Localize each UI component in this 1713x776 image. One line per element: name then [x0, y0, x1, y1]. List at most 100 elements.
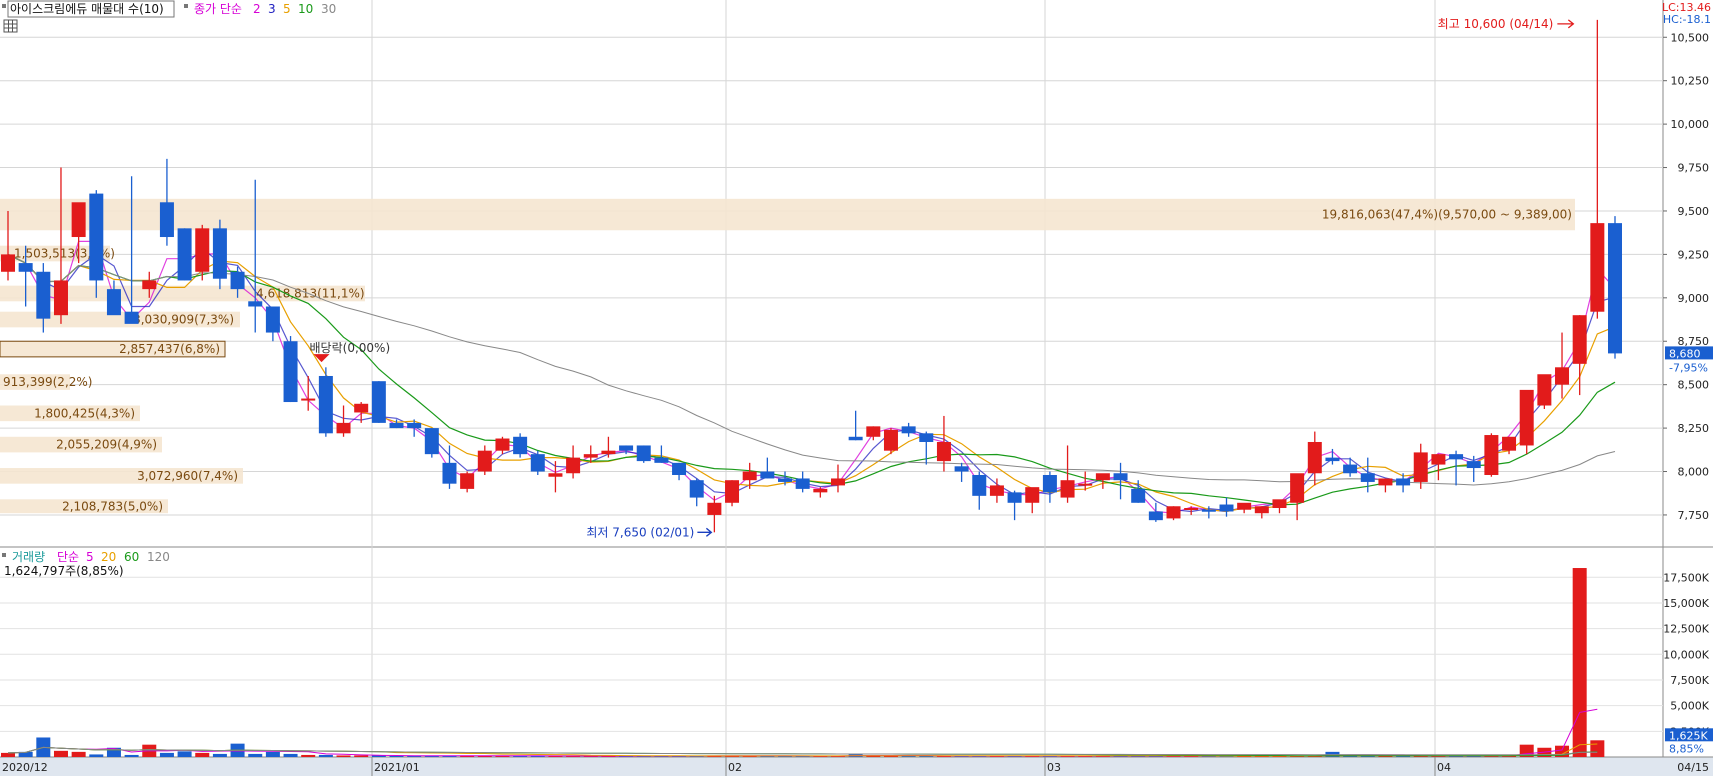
candle-body — [707, 502, 722, 515]
volume-profile-label: 3,030,909(7,3%) — [133, 313, 234, 327]
candle-body — [725, 480, 740, 503]
candle-body — [1025, 487, 1040, 503]
candle-body — [989, 485, 1004, 496]
price-ma-period: 5 — [283, 2, 291, 16]
candle-body — [71, 202, 86, 238]
candle-body — [1449, 454, 1464, 460]
price-ma-period: 2 — [253, 2, 261, 16]
volume-tick-label: 15,000K — [1663, 597, 1709, 610]
x-tick-label: 04/15 — [1677, 761, 1709, 774]
candle-body — [1166, 506, 1181, 519]
price-tick-label: 7,750 — [1678, 509, 1710, 522]
candle-body — [883, 429, 898, 451]
candle-body — [495, 438, 510, 451]
candle-body — [1608, 223, 1622, 354]
price-tick-label: 9,750 — [1678, 162, 1710, 175]
candle-body — [283, 341, 298, 403]
volume-bar — [265, 751, 280, 757]
candle-body — [407, 422, 422, 429]
price-ma-period: 3 — [268, 2, 276, 16]
volume-ma-label: 단순 — [57, 550, 79, 564]
candle-body — [601, 450, 616, 455]
volume-profile-label: 19,816,063(47,4%)(9,570,00 ~ 9,389,00) — [1322, 208, 1572, 222]
volume-bar — [336, 755, 351, 757]
candle-body — [919, 433, 934, 442]
volume-bar — [1, 752, 15, 757]
price-tick-label: 9,500 — [1678, 205, 1710, 218]
candle-body — [1519, 389, 1534, 446]
volume-tick-label: 5,000K — [1670, 700, 1709, 713]
x-axis-bar — [0, 757, 1713, 776]
candle-body — [18, 263, 33, 272]
volume-current-label: 1,624,797주(8,85%) — [4, 564, 124, 578]
volume-bar — [195, 752, 210, 757]
candle-body — [848, 436, 863, 441]
volume-bar — [248, 753, 263, 757]
x-tick-label: 02 — [728, 761, 742, 774]
candle-body — [954, 466, 969, 472]
candle-body — [1, 254, 15, 272]
price-tick-label: 8,000 — [1678, 466, 1710, 479]
candle-body — [159, 202, 174, 238]
volume-bar — [71, 751, 86, 757]
candle-body — [530, 454, 545, 472]
volume-profile-label: 3,072,960(7,4%) — [137, 469, 238, 483]
price-ma-label: 종가 단순 — [194, 2, 242, 16]
dividend-annotation: 배당락(0,00%) — [310, 341, 391, 355]
volume-profile-label: 913,399(2,2%) — [3, 375, 92, 389]
candle-body — [1290, 473, 1305, 503]
x-tick-label: 03 — [1047, 761, 1061, 774]
x-tick-label: 2020/12 — [2, 761, 48, 774]
candle-body — [1219, 504, 1234, 512]
candle-body — [1466, 461, 1481, 469]
current-volume-value: 1,625K — [1669, 729, 1708, 742]
candle-body — [1590, 223, 1605, 312]
candle-body — [1272, 499, 1287, 508]
candle-body — [1095, 473, 1110, 481]
price-tick-label: 10,250 — [1671, 75, 1710, 88]
volume-bar — [177, 751, 192, 757]
candle-body — [460, 473, 475, 489]
volume-bar — [53, 750, 68, 757]
candle-body — [301, 398, 316, 401]
candle-body — [583, 454, 598, 458]
candle-body — [230, 271, 245, 290]
candle-body — [636, 445, 651, 462]
candle-body — [1042, 474, 1057, 493]
chart-background — [0, 0, 1713, 776]
volume-tick-label: 17,500K — [1663, 571, 1709, 584]
volume-bar — [1572, 568, 1587, 757]
price-tick-label: 8,250 — [1678, 422, 1710, 435]
candle-body — [124, 311, 139, 324]
candle-body — [1237, 502, 1252, 510]
high-annotation: 최고 10,600 (04/14) — [1438, 17, 1554, 31]
volume-profile-label: 2,055,209(4,9%) — [56, 438, 157, 452]
current-volume-ratio: 8,85% — [1669, 742, 1704, 755]
volume-bar — [389, 755, 404, 757]
volume-ma-period: 60 — [124, 550, 139, 564]
candle-body — [742, 471, 757, 481]
candle-body — [1555, 367, 1570, 385]
price-ma-period: 30 — [321, 2, 336, 16]
volume-legend-title: 거래량 — [12, 550, 45, 564]
stock-chart: 10,500 10,250 10,000 9,750 9,500 9,250 9,000 8,… — [0, 0, 1713, 776]
candle-body — [195, 228, 210, 272]
candle-body — [371, 381, 386, 423]
candle-body — [1343, 464, 1358, 474]
candle-body — [354, 403, 369, 413]
price-tick-label: 9,000 — [1678, 292, 1710, 305]
candle-body — [566, 457, 581, 474]
candle-body — [265, 306, 280, 333]
candle-body — [318, 375, 333, 434]
candle-body — [901, 426, 916, 434]
volume-bar — [283, 753, 298, 757]
volume-ma-period: 120 — [147, 550, 170, 564]
volume-bar — [124, 754, 139, 757]
volume-bar — [318, 754, 333, 757]
candle-body — [177, 228, 192, 281]
candle-body — [813, 488, 828, 493]
candle-body — [53, 280, 68, 316]
candle-body — [1184, 507, 1199, 510]
candle-body — [866, 426, 881, 437]
candle-body — [1413, 452, 1428, 482]
